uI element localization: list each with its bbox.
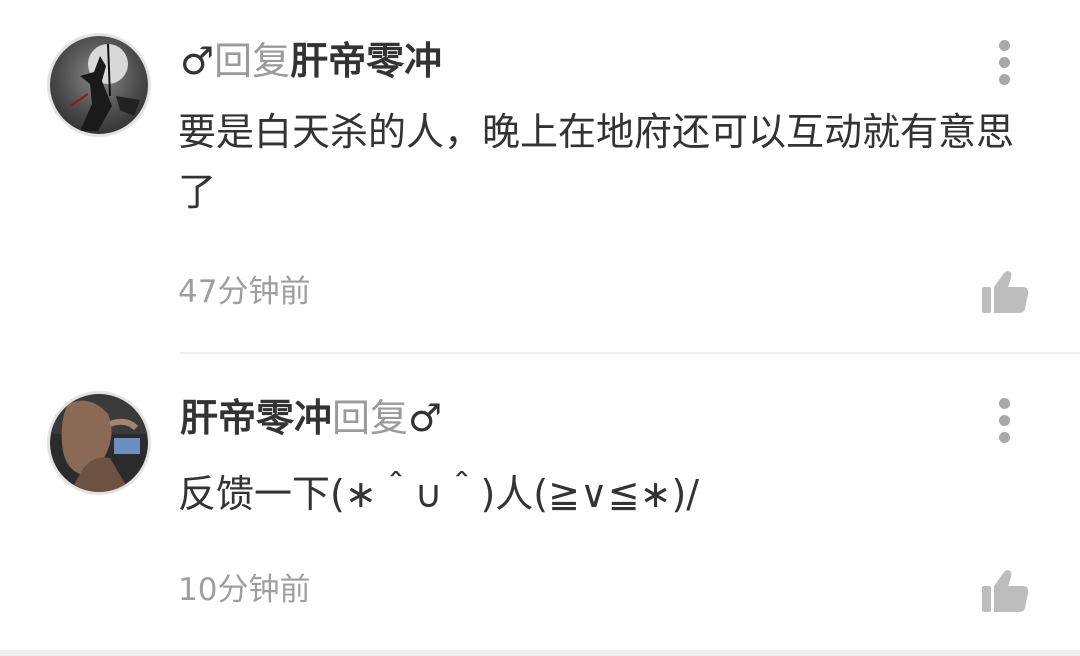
more-vertical-icon[interactable] [990, 396, 1020, 446]
avatar[interactable] [47, 33, 151, 137]
comment-time: 47分钟前 [178, 274, 311, 310]
thumbs-up-icon[interactable] [980, 267, 1030, 317]
reply-target-name[interactable]: ♂ [408, 396, 442, 440]
comment-time: 10分钟前 [178, 572, 311, 608]
reply-target-name[interactable]: 肝帝零冲 [290, 39, 442, 83]
author-name[interactable]: ♂ [180, 39, 214, 83]
more-vertical-icon[interactable] [990, 38, 1020, 88]
thumbs-up-icon[interactable] [980, 566, 1030, 616]
reply-label: 回复 [332, 396, 409, 440]
reply-label: 回复 [214, 39, 291, 83]
comment-header: 肝帝零冲回复♂ [180, 393, 442, 443]
author-name[interactable]: 肝帝零冲 [180, 396, 332, 440]
comment-text: 要是白天杀的人，晚上在地府还可以互动就有意思了 [178, 110, 1015, 214]
comment-item[interactable]: ♂回复肝帝零冲 要是白天杀的人，晚上在地府还可以互动就有意思了 47分钟前 [0, 0, 1080, 352]
comment-text: 反馈一下(∗＾∪＾)人(≧∨≦∗)/ [178, 472, 700, 516]
avatar[interactable] [47, 391, 151, 495]
comment-item[interactable]: 肝帝零冲回复♂ 反馈一下(∗＾∪＾)人(≧∨≦∗)/ 10分钟前 [0, 354, 1080, 650]
bottom-divider [0, 650, 1080, 656]
comment-header: ♂回复肝帝零冲 [180, 36, 442, 86]
